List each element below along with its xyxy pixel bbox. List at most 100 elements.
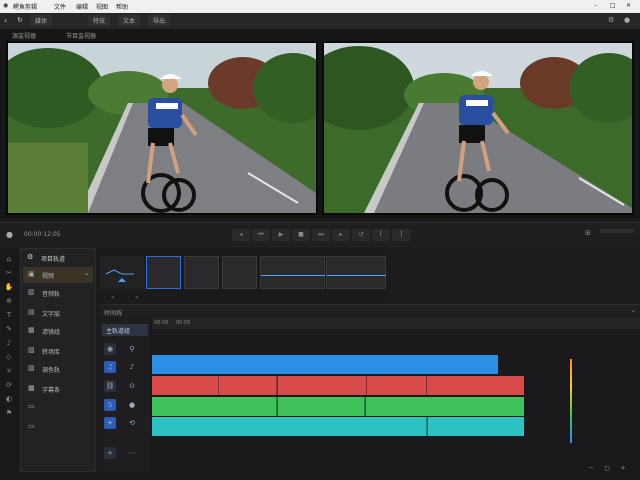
prev-frame-button[interactable]: ◂ [232,229,250,241]
subtitle-icon: ▩ [28,384,35,392]
shape-tool-icon[interactable]: ◇ [4,352,14,362]
program-viewer[interactable] [322,41,634,215]
fx-tile-2[interactable] [184,256,219,289]
record-arm-icon[interactable]: ● [126,399,138,411]
menu-file[interactable]: 文件 [54,2,66,11]
marker-tool-icon[interactable]: ⚑ [4,408,14,418]
track-item-extra-2[interactable]: ▭ [23,419,93,435]
target-icon[interactable]: ⊙ [126,380,138,392]
solo-icon[interactable]: S [104,399,116,411]
snap-icon[interactable]: ⊞ [585,229,591,237]
cut-tool-icon[interactable]: ✂ [4,268,14,278]
add-track-icon[interactable]: + [104,447,116,459]
clip-cut [276,397,278,416]
source-viewer[interactable] [6,41,318,215]
track-item-subtitle[interactable]: ▩ 字幕条 [23,381,93,397]
clip-cut [364,397,366,416]
tab-effects[interactable]: 特效 [88,15,111,26]
stop-button[interactable]: ■ [292,229,310,241]
speed-tool-icon[interactable]: ⟳ [4,380,14,390]
cyclist-output-frame [324,43,632,213]
layer-icon: ▭ [28,422,35,430]
clip-blue[interactable] [152,355,498,374]
track-group-label[interactable]: 主轨道组 [102,324,148,336]
timecode-display: 00:00:12:05 [24,231,61,238]
clip-cut [276,376,278,395]
audio-tool-icon[interactable]: ♪ [4,338,14,348]
pen-tool-icon[interactable]: ✎ [4,324,14,334]
program-viewer-label: 节目监视器 [66,33,97,40]
zoom-tool-icon[interactable]: ⊕ [4,296,14,306]
audio-track-icon[interactable]: ♫ [104,361,116,373]
minimize-icon[interactable]: – [594,2,597,9]
track-item-filter[interactable]: ▦ 滤镜组 [23,323,93,339]
text-tool-icon[interactable]: T [4,310,14,320]
mark-in-button[interactable]: [ [372,229,390,241]
rewind-button[interactable]: ⏮ [252,229,270,241]
eye-icon[interactable]: ◉ [104,343,116,355]
mute-icon[interactable]: ♪ [126,361,138,373]
fit-icon[interactable]: ◻ [604,464,610,472]
refresh-icon[interactable]: ↻ [17,16,23,24]
fx-add-icon[interactable]: ⌄ [134,292,140,300]
track-item-video[interactable]: ▣ 视频 ⌄ [23,267,93,283]
tab-text[interactable]: 文本 [118,15,141,26]
track-item-transition[interactable]: ▧ 转场库 [23,343,93,359]
track-item-color[interactable]: ▨ 调色轨 [23,361,93,377]
settings-icon[interactable]: ⚙ [608,16,614,24]
tab-bar: ‹ ↻ 媒体 特效 文本 导出 ⚙ ● [0,13,640,29]
track-item-audio[interactable]: ▥ 音频轨 [23,285,93,301]
clip-cut [426,417,428,436]
clip-cyan[interactable] [152,417,524,436]
keyframe-graph[interactable] [100,256,144,289]
cyclist-video-frame [8,43,316,213]
audio-icon: ▥ [28,288,35,296]
zoom-out-icon[interactable]: − [588,464,594,472]
timeline-header: 时间线 ⌄ [100,305,640,317]
fx-tile-3[interactable] [222,256,257,289]
fx-curve-line [261,275,325,276]
crop-tool-icon[interactable]: ⌗ [4,366,14,376]
panel-header: 项目轨道 [41,256,66,263]
playhead-marker[interactable] [570,359,572,443]
panel-header-icon: ⚙ [27,253,34,261]
close-icon[interactable]: ✕ [626,2,631,9]
loop-button[interactable]: ↺ [352,229,370,241]
fx-dropdown-icon[interactable]: ⌄ [110,292,116,300]
sync-icon[interactable]: ⟲ [126,417,138,429]
clip-red[interactable] [152,376,524,395]
fx-tile-1[interactable] [146,256,181,289]
menu-view[interactable]: 视图 [96,2,108,11]
fx-tile-5[interactable] [326,256,386,289]
timeline-ruler[interactable]: 00:00 00:05 [152,317,640,329]
link-icon[interactable]: ⛓ [104,380,116,392]
menu-help[interactable]: 帮助 [116,2,128,11]
maximize-icon[interactable]: □ [610,2,616,9]
fx-tile-4[interactable] [260,256,325,289]
play-button[interactable]: ▶ [272,229,290,241]
back-icon[interactable]: ‹ [4,16,7,25]
collapse-icon[interactable]: ⌄ [631,307,636,314]
clip-green[interactable] [152,397,524,416]
user-icon[interactable]: ● [624,16,630,24]
clip-cut [218,376,219,395]
next-frame-button[interactable]: ▸ [332,229,350,241]
track-item-extra[interactable]: ▭ [23,399,93,415]
lock-icon[interactable]: ⚲ [126,343,138,355]
track-item-text[interactable]: ▤ 文字层 [23,305,93,321]
menu-edit[interactable]: 编辑 [76,2,88,11]
tab-media[interactable]: 媒体 [30,15,53,26]
zoom-slider[interactable] [600,229,634,233]
viewer-area: 源监视器 节目监视器 [0,29,640,219]
zoom-in-icon[interactable]: + [620,464,626,472]
fx-icon[interactable]: ✦ [104,417,116,429]
track-panel: ⚙ 项目轨道 ▣ 视频 ⌄ ▥ 音频轨 ▤ 文字层 ▦ 滤镜组 ▧ 转场库 ▨ … [20,248,96,472]
record-icon[interactable]: ● [6,230,13,239]
tab-export[interactable]: 导出 [148,15,171,26]
color-tool-icon[interactable]: ◐ [4,394,14,404]
hand-tool-icon[interactable]: ✋ [4,282,14,292]
settings-track-icon[interactable]: ⋯ [126,447,138,459]
select-tool-icon[interactable]: ⌂ [4,254,14,264]
forward-button[interactable]: ⏭ [312,229,330,241]
mark-out-button[interactable]: ] [392,229,410,241]
